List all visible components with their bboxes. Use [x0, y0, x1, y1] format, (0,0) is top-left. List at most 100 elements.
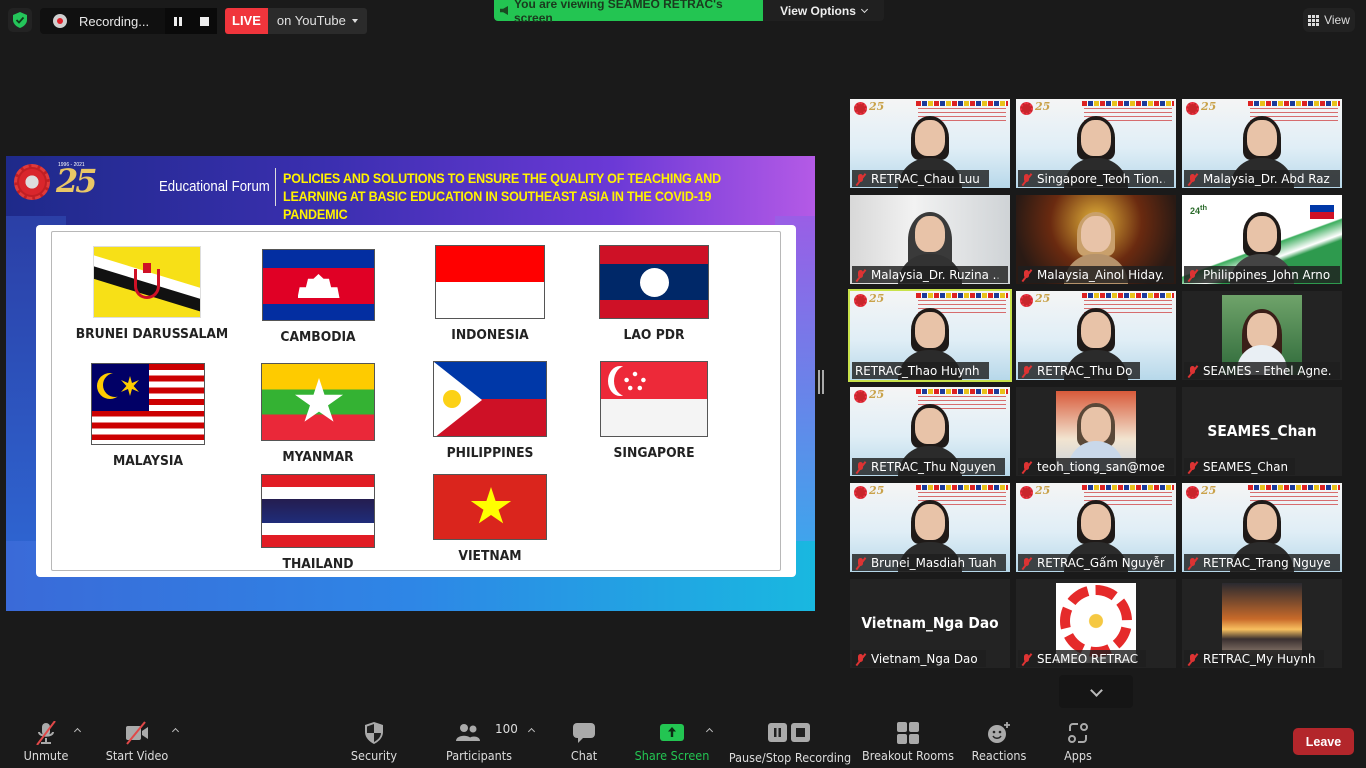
country-indonesia: INDONESIA	[430, 245, 550, 343]
gallery-next-page-button[interactable]	[1059, 675, 1133, 708]
security-status-button[interactable]	[8, 8, 32, 32]
seameo-logo-icon	[1020, 294, 1033, 307]
participant-tile[interactable]: Malaysia_Dr. Ruzina ...	[850, 195, 1010, 284]
microphone-muted-icon	[1021, 269, 1032, 281]
live-badge: LIVE	[225, 8, 268, 34]
participant-tile[interactable]: 25 Singapore_Teoh Tion...	[1016, 99, 1176, 188]
participant-name-tag: RETRAC_Trang Nguyen	[1184, 554, 1340, 571]
participant-tile[interactable]: 25 RETRAC_Chau Luu	[850, 99, 1010, 188]
participant-name-tag: RETRAC_Chau Luu	[852, 170, 989, 187]
country-label: MYANMAR	[282, 450, 354, 465]
caret-down-icon	[351, 19, 358, 23]
leave-button[interactable]: Leave	[1293, 728, 1354, 755]
mini-flags	[1082, 485, 1174, 490]
participants-options-caret[interactable]	[528, 727, 536, 735]
live-destination-label: on YouTube	[276, 13, 346, 28]
participant-name-tag: Brunei_Masdiah Tuah	[852, 554, 1007, 571]
seameo-retrac-logo	[14, 164, 50, 200]
participant-name-tag: RETRAC_Thao Huynh	[852, 362, 990, 379]
anniversary-mark: 25	[869, 292, 885, 305]
anniversary-mark: 25	[869, 388, 885, 401]
participant-tile[interactable]: 25 RETRAC_Thu Do	[1016, 291, 1176, 380]
video-options-caret[interactable]	[172, 727, 180, 735]
seameo-logo-icon	[1186, 102, 1199, 115]
anniversary-number: 25	[56, 162, 97, 200]
shield-icon	[365, 722, 383, 744]
participant-name: RETRAC_Trang Nguyen	[1203, 555, 1331, 570]
share-options-caret[interactable]	[706, 727, 714, 735]
participant-tile[interactable]: 25 Malaysia_Dr. Abd Raz...	[1182, 99, 1342, 188]
flag-cambodia	[261, 249, 375, 321]
microphone-muted-icon	[1021, 173, 1032, 185]
microphone-muted-icon	[855, 269, 866, 281]
microphone-muted-icon	[1021, 461, 1032, 473]
flag-thailand	[261, 474, 375, 548]
recording-dot-icon	[53, 14, 67, 28]
participant-tile[interactable]: teoh_tiong_san@moe...	[1016, 387, 1176, 476]
participant-tile[interactable]: Malaysia_Ainol Hiday...	[1016, 195, 1176, 284]
participant-tile[interactable]: SEAMEO RETRAC	[1016, 579, 1176, 668]
participant-name: Philippines_John Arno...	[1203, 267, 1331, 282]
microphone-muted-icon	[1187, 557, 1198, 569]
microphone-muted-icon	[1187, 653, 1198, 665]
country-label: PHILIPPINES	[446, 446, 534, 461]
participant-name: Malaysia_Dr. Ruzina ...	[871, 267, 999, 282]
mini-flags	[1082, 101, 1174, 106]
participant-tile[interactable]: SEAMES - Ethel Agne...	[1182, 291, 1342, 380]
participant-name-tag: RETRAC_My Huynh	[1184, 650, 1325, 667]
participant-tile[interactable]: 25 RETRAC_Gấm Nguyễn	[1016, 483, 1176, 572]
participant-tile[interactable]: 25 RETRAC_Thao Huynh	[848, 289, 1012, 382]
shared-screen: 1996 - 2021 25 Educational Forum POLICIE…	[6, 156, 815, 611]
microphone-muted-icon	[1187, 173, 1198, 185]
flag-lao	[599, 245, 709, 319]
participant-tile[interactable]: 24th Philippines_John Arno...	[1182, 195, 1342, 284]
participant-tile[interactable]: 25 RETRAC_Thu Nguyen	[850, 387, 1010, 476]
participant-tile[interactable]: 25 RETRAC_Trang Nguyen	[1182, 483, 1342, 572]
country-brunei: BRUNEI DARUSSALAM	[72, 246, 228, 342]
view-options-button[interactable]: View Options	[763, 0, 884, 21]
anniversary-mark: 25	[869, 484, 885, 497]
stop-icon	[199, 16, 209, 26]
seameo-logo-icon	[854, 294, 867, 307]
participant-name-tag: SEAMES - Ethel Agne...	[1184, 362, 1340, 379]
country-label: THAILAND	[282, 557, 354, 572]
country-label: CAMBODIA	[280, 330, 356, 345]
participant-name-tag: Malaysia_Dr. Abd Raz...	[1184, 170, 1340, 187]
forum-label: Educational Forum	[159, 178, 270, 195]
recording-label: Recording...	[79, 13, 150, 29]
microphone-muted-icon	[855, 557, 866, 569]
speaker-icon	[500, 6, 508, 15]
mini-flags	[916, 293, 1008, 298]
anniversary-mark: 25	[1201, 100, 1217, 113]
pause-recording-button[interactable]	[165, 8, 191, 34]
microphone-muted-icon	[1021, 653, 1032, 665]
slide-title: POLICIES AND SOLUTIONS TO ENSURE THE QUA…	[283, 171, 722, 222]
participant-name-tag: RETRAC_Gấm Nguyễn	[1018, 554, 1174, 571]
participant-name-tag: Singapore_Teoh Tion...	[1018, 170, 1174, 187]
microphone-muted-icon	[1187, 269, 1198, 281]
participants-label: Participants	[445, 748, 513, 763]
stop-recording-button[interactable]	[191, 8, 217, 34]
reactions-emoji-icon	[988, 722, 1010, 743]
microphone-muted-icon	[1021, 365, 1032, 377]
country-vietnam: VIETNAM	[430, 474, 550, 564]
country-myanmar: MYANMAR	[258, 363, 378, 465]
seameo-logo-icon	[854, 486, 867, 499]
participant-name: RETRAC_Thao Huynh	[855, 363, 980, 378]
view-button[interactable]: View	[1303, 8, 1355, 32]
mini-flags	[1248, 485, 1340, 490]
live-destination-dropdown[interactable]: on YouTube	[267, 8, 367, 34]
country-label: LAO PDR	[623, 328, 685, 343]
participant-tile[interactable]: SEAMES_Chan SEAMES_Chan	[1182, 387, 1342, 476]
apps-label: Apps	[1064, 748, 1092, 763]
anniversary-mark: 25	[1035, 100, 1051, 113]
live-stream-control[interactable]: LIVE on YouTube	[225, 8, 367, 34]
anniversary-mark: 25	[869, 100, 885, 113]
flag-philippines	[433, 361, 547, 437]
audio-options-caret[interactable]	[74, 727, 82, 735]
participant-tile[interactable]: Vietnam_Nga Dao Vietnam_Nga Dao	[850, 579, 1010, 668]
microphone-muted-icon	[855, 653, 866, 665]
panel-resize-handle[interactable]	[818, 370, 824, 394]
participant-tile[interactable]: RETRAC_My Huynh	[1182, 579, 1342, 668]
participant-tile[interactable]: 25 Brunei_Masdiah Tuah	[850, 483, 1010, 572]
